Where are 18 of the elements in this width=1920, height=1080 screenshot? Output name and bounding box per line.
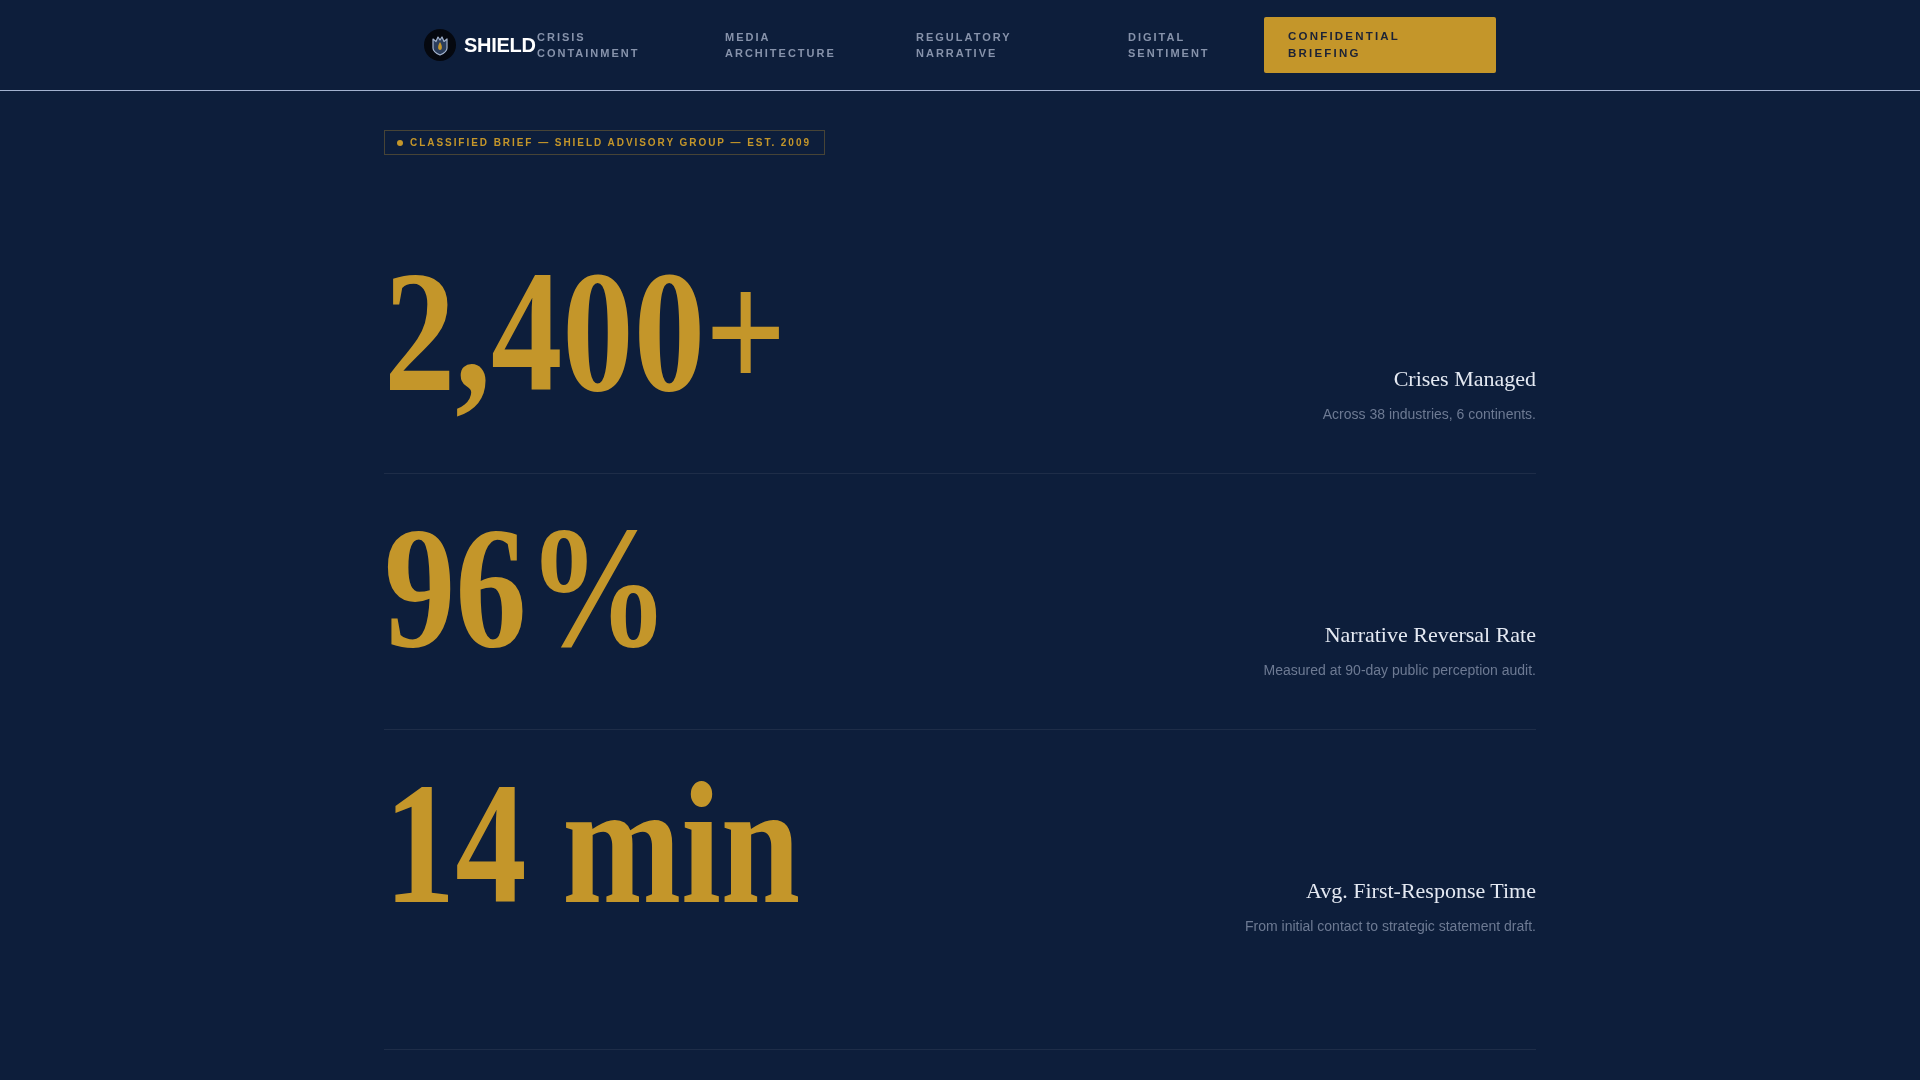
stat-title: Narrative Reversal Rate (1323, 621, 1536, 649)
briefing-button[interactable]: CONFIDENTIAL BRIEFING (1264, 17, 1496, 73)
status-dot-icon (397, 139, 403, 146)
nav-link[interactable]: DIGITAL SENTIMENT (1128, 29, 1210, 61)
stat-value: 14 min (384, 752, 801, 937)
badge-text: CLASSIFIED BRIEF — SHIELD ADVISORY GROUP — EST. 2009 (410, 137, 811, 148)
stat-value: 2,400+ (384, 240, 787, 425)
stat-title: Crises Managed (1392, 365, 1536, 393)
nav-link[interactable]: CRISIS CONTAINMENT (537, 29, 640, 61)
nav-link[interactable]: MEDIA ARCHITECTURE (725, 29, 836, 61)
stat-title: Avg. First-Response Time (1305, 877, 1536, 905)
stat-description: From initial contact to strategic statement draft. (1245, 916, 1536, 936)
shield-logo-icon (424, 29, 456, 61)
stat-value: 96% (384, 496, 670, 681)
brand-name: SHIELD (464, 33, 536, 57)
stat-description: Measured at 90-day public perception audit. (1263, 660, 1536, 680)
nav-link[interactable]: REGULATORY NARRATIVE (916, 29, 1012, 61)
stat-description: Across 38 industries, 6 continents. (1322, 404, 1536, 424)
